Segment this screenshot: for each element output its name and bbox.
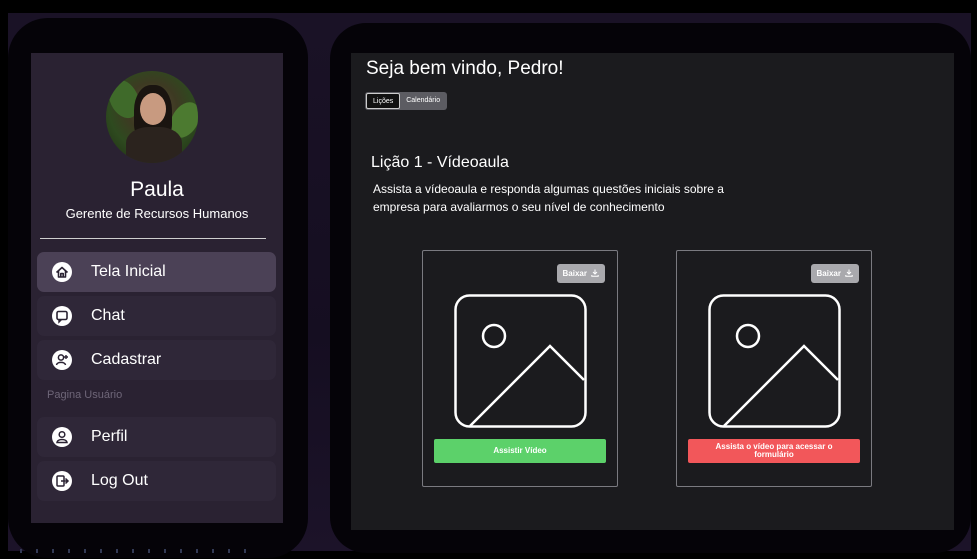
avatar-body [126,127,182,163]
chat-icon [51,305,73,327]
add-user-icon [51,349,73,371]
sidebar-section-label: Pagina Usuário [47,389,123,401]
image-placeholder-icon [708,294,841,428]
avatar [106,71,198,163]
download-label: Baixar [816,269,841,278]
sidebar-item-perfil[interactable]: Perfil [37,417,276,457]
sidebar-divider [40,238,266,239]
sidebar-item-chat[interactable]: Chat [37,296,276,336]
download-icon [845,269,853,279]
home-icon [51,261,73,283]
download-button[interactable]: Baixar [556,264,605,283]
lesson-description: Assista a vídeoaula e responda algumas q… [373,182,724,214]
video-card: Baixar Assistir Vídeo [422,250,618,487]
watch-video-button[interactable]: Assistir Vídeo [434,439,606,463]
sidebar-item-label: Perfil [91,428,128,445]
tab-bar: Lições Calendário [365,92,448,110]
sidebar-item-label: Cadastrar [91,351,162,368]
lesson-title: Lição 1 - Vídeoaula [371,154,509,171]
form-card: Baixar Assista o vídeo para acessar o fo… [676,250,872,487]
avatar-face [140,93,166,125]
tab-licoes[interactable]: Lições [366,93,401,109]
tab-calendario[interactable]: Calendário [400,93,446,109]
sidebar-item-tela-inicial[interactable]: Tela Inicial [37,252,276,292]
sidebar-item-cadastrar[interactable]: Cadastrar [37,340,276,380]
profile-icon [51,426,73,448]
sidebar-item-label: Chat [91,307,125,324]
page-title: Seja bem vindo, Pedro! [366,58,564,79]
sidebar-item-label: Tela Inicial [91,263,166,280]
screen: Paula Gerente de Recursos Humanos Tela I… [0,0,977,559]
download-button[interactable]: Baixar [810,264,859,283]
logout-icon [51,470,73,492]
download-label: Baixar [562,269,587,278]
profile-role: Gerente de Recursos Humanos [65,206,249,221]
sidebar-item-logout[interactable]: Log Out [37,461,276,501]
download-icon [591,269,599,279]
decorative-dots [20,549,260,553]
sidebar-item-label: Log Out [91,472,148,489]
profile-name: Paula [130,178,184,201]
image-placeholder-icon [454,294,587,428]
locked-form-button[interactable]: Assista o vídeo para acessar o formulári… [688,439,860,463]
